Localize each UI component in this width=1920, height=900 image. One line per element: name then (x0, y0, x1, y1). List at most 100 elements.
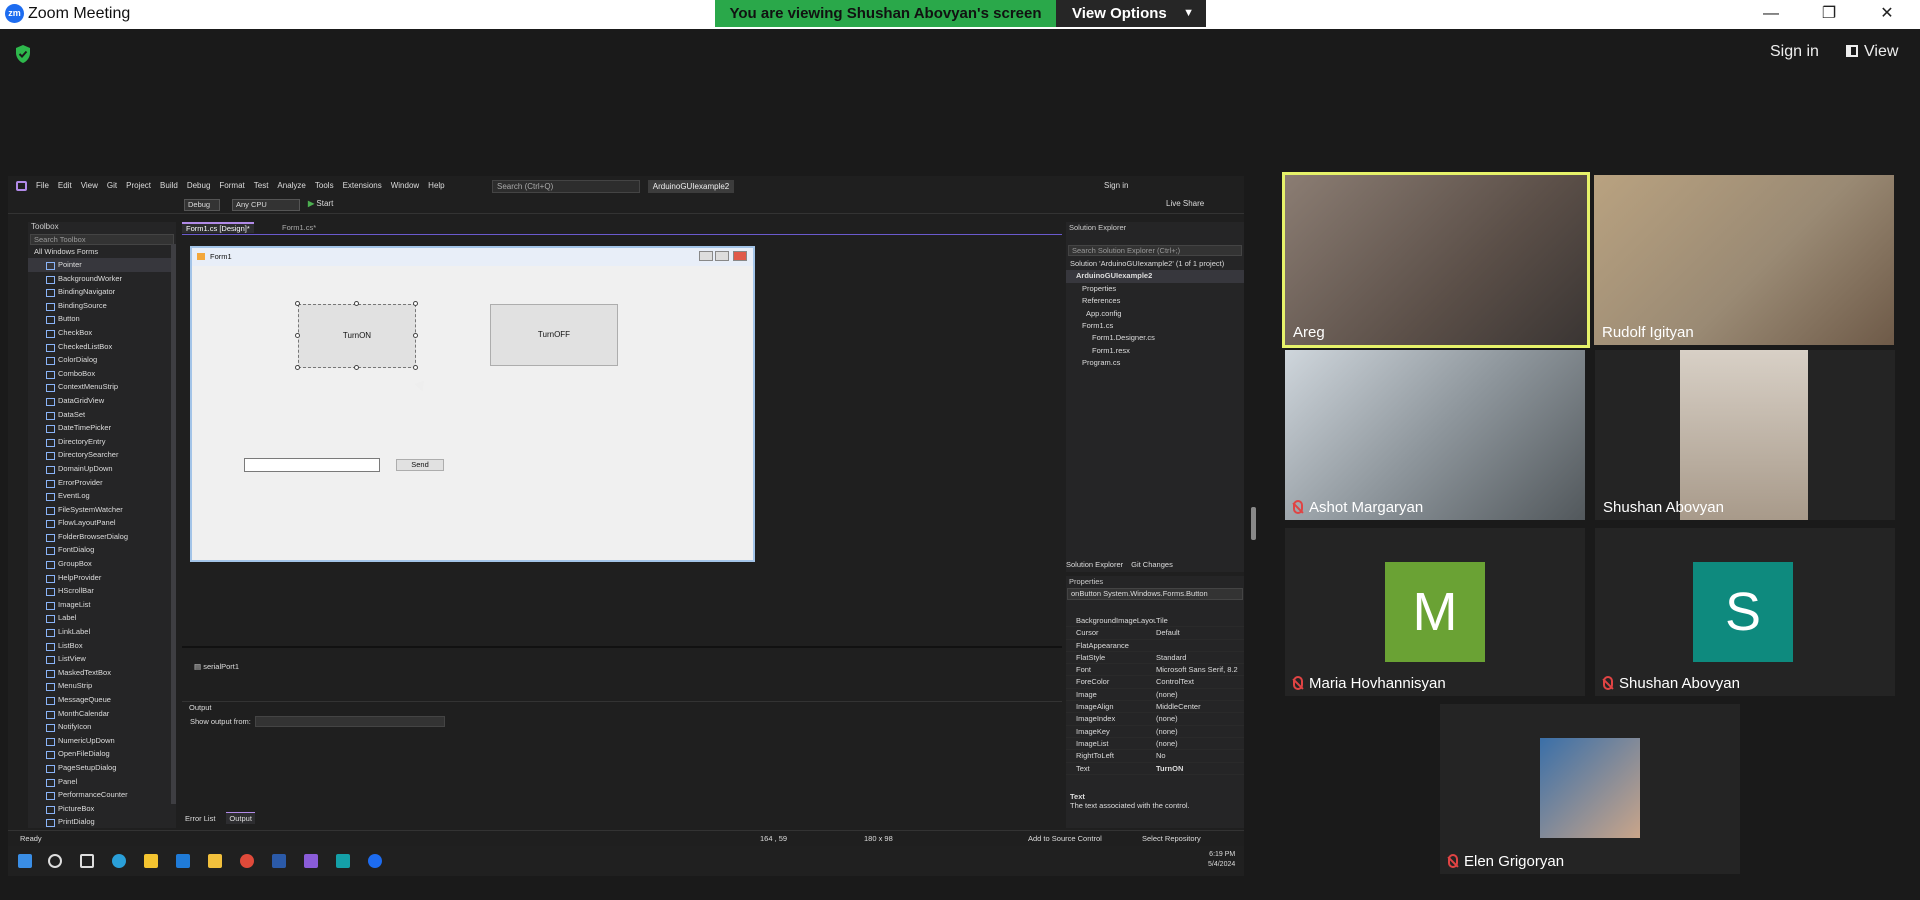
toolbox-category[interactable]: All Windows Forms (28, 246, 176, 258)
participant-tile[interactable]: Rudolf Igityan (1594, 175, 1894, 345)
visual-studio-icon[interactable] (304, 854, 318, 868)
participant-tile[interactable]: Ashot Margaryan (1285, 350, 1585, 520)
chrome-icon[interactable] (240, 854, 254, 868)
property-row[interactable]: ImageList (none) (1066, 738, 1244, 751)
resize-handle[interactable] (295, 365, 300, 370)
live-share-button[interactable]: Live Share (1166, 199, 1204, 208)
output-source-select[interactable] (255, 716, 445, 727)
tab-error-list[interactable]: Error List (182, 813, 218, 824)
tab-output[interactable]: Output (226, 812, 255, 824)
property-row[interactable]: FlatAppearance (1066, 640, 1244, 652)
solution-tree-item[interactable]: Form1.Designer.cs (1066, 332, 1244, 344)
toolbox-item[interactable]: Button (28, 312, 176, 326)
resize-handle[interactable] (354, 301, 359, 306)
toolbox-item[interactable]: EventLog (28, 489, 176, 503)
solution-tree-item[interactable]: Solution 'ArduinoGUIexample2' (1 of 1 pr… (1066, 258, 1244, 270)
vs-menu-item[interactable]: View (81, 176, 98, 196)
vs-menu-item[interactable]: Debug (187, 176, 211, 196)
toolbox-item[interactable]: Panel (28, 775, 176, 789)
tab-git-changes[interactable]: Git Changes (1131, 560, 1173, 569)
task-view-icon[interactable] (80, 854, 94, 868)
minimize-button[interactable]: — (1742, 0, 1800, 29)
vs-menu-item[interactable]: Analyze (277, 176, 305, 196)
toolbox-item[interactable]: DirectorySearcher (28, 448, 176, 462)
vs-menu-item[interactable]: Tools (315, 176, 334, 196)
turn-on-button[interactable]: TurnON (298, 304, 416, 368)
windows-start-icon[interactable] (18, 854, 32, 868)
property-row[interactable]: RightToLeft No (1066, 750, 1244, 763)
toolbox-item[interactable]: HScrollBar (28, 584, 176, 598)
command-text-input[interactable] (244, 458, 380, 472)
file-explorer-icon[interactable] (208, 854, 222, 868)
solution-tree-item[interactable]: App.config (1066, 308, 1244, 320)
toolbox-scrollbar[interactable] (171, 244, 176, 804)
vs-menu-item[interactable]: Format (219, 176, 244, 196)
toolbox-item[interactable]: PerformanceCounter (28, 788, 176, 802)
resize-handle[interactable] (295, 301, 300, 306)
property-row[interactable]: FlatStyle Standard (1066, 652, 1244, 665)
vs-menu-item[interactable]: Edit (58, 176, 72, 196)
toolbox-item[interactable]: DirectoryEntry (28, 435, 176, 449)
toolbox-item[interactable]: ListView (28, 652, 176, 666)
property-row[interactable]: ImageAlign MiddleCenter (1066, 701, 1244, 714)
zoom-icon[interactable] (368, 854, 382, 868)
tab-form-design[interactable]: Form1.cs [Design]* (182, 222, 254, 233)
resize-handle[interactable] (413, 301, 418, 306)
toolbox-item[interactable]: CheckBox (28, 326, 176, 340)
toolbox-item[interactable]: ListBox (28, 639, 176, 653)
toolbox-item[interactable]: GroupBox (28, 557, 176, 571)
toolbox-item[interactable]: BindingSource (28, 299, 176, 313)
vs-sign-in-link[interactable]: Sign in (1104, 181, 1128, 190)
vs-menu-item[interactable]: File (36, 176, 49, 196)
vs-menu-item[interactable]: Test (254, 176, 269, 196)
toolbox-item[interactable]: MenuStrip (28, 679, 176, 693)
properties-object-select[interactable]: onButton System.Windows.Forms.Button (1067, 588, 1243, 600)
splitter-handle[interactable] (1251, 507, 1256, 540)
participant-tile[interactable]: Areg (1282, 172, 1590, 348)
toolbox-item[interactable]: FileSystemWatcher (28, 503, 176, 517)
config-select[interactable]: Debug (184, 199, 220, 211)
toolbox-item[interactable]: BindingNavigator (28, 285, 176, 299)
serial-port-component[interactable]: ▤ serialPort1 (194, 662, 239, 671)
toolbox-item[interactable]: NotifyIcon (28, 720, 176, 734)
form1-window[interactable]: Form1 TurnON TurnOFF Send (190, 246, 755, 562)
toolbox-item[interactable]: Pointer (28, 258, 176, 272)
store-icon[interactable] (144, 854, 158, 868)
solution-tree-item[interactable]: Properties (1066, 283, 1244, 295)
vs-menu-item[interactable]: Build (160, 176, 178, 196)
tab-solution-explorer[interactable]: Solution Explorer (1066, 560, 1123, 569)
vs-menu-item[interactable]: Help (428, 176, 444, 196)
close-button[interactable]: ✕ (1858, 0, 1916, 29)
restore-button[interactable]: ❐ (1800, 0, 1858, 29)
toolbox-item[interactable]: DomainUpDown (28, 462, 176, 476)
toolbox-item[interactable]: ComboBox (28, 367, 176, 381)
solution-tree-item[interactable]: ArduinoGUIexample2 (1066, 270, 1244, 283)
vs-menu-item[interactable]: Window (391, 176, 419, 196)
resize-handle[interactable] (354, 365, 359, 370)
select-repository-button[interactable]: Select Repository (1142, 834, 1201, 843)
vs-menu-item[interactable]: Extensions (343, 176, 382, 196)
toolbox-item[interactable]: MessageQueue (28, 693, 176, 707)
platform-select[interactable]: Any CPU (232, 199, 300, 211)
shield-icon[interactable] (14, 44, 32, 64)
arduino-icon[interactable] (336, 854, 350, 868)
toolbox-item[interactable]: OpenFileDialog (28, 747, 176, 761)
toolbox-item[interactable]: DateTimePicker (28, 421, 176, 435)
toolbox-item[interactable]: FolderBrowserDialog (28, 530, 176, 544)
participant-tile[interactable]: S Shushan Abovyan (1595, 528, 1895, 696)
toolbox-item[interactable]: ErrorProvider (28, 476, 176, 490)
property-row[interactable]: Cursor Default (1066, 627, 1244, 640)
toolbox-item[interactable]: FontDialog (28, 543, 176, 557)
view-button[interactable]: View (1846, 43, 1898, 61)
tab-form-code[interactable]: Form1.cs* (278, 222, 320, 233)
solution-search-input[interactable]: Search Solution Explorer (Ctrl+;) (1068, 245, 1242, 256)
toolbox-item[interactable]: NumericUpDown (28, 734, 176, 748)
solution-tree-item[interactable]: References (1066, 295, 1244, 307)
property-row[interactable]: ImageKey (none) (1066, 726, 1244, 738)
property-row[interactable]: Text TurnON (1066, 763, 1244, 775)
toolbox-item[interactable]: Label (28, 611, 176, 625)
property-row[interactable]: Image (none) (1066, 689, 1244, 702)
turn-off-button[interactable]: TurnOFF (490, 304, 618, 366)
solution-tree-item[interactable]: Form1.resx (1066, 345, 1244, 357)
toolbox-item[interactable]: CheckedListBox (28, 340, 176, 354)
